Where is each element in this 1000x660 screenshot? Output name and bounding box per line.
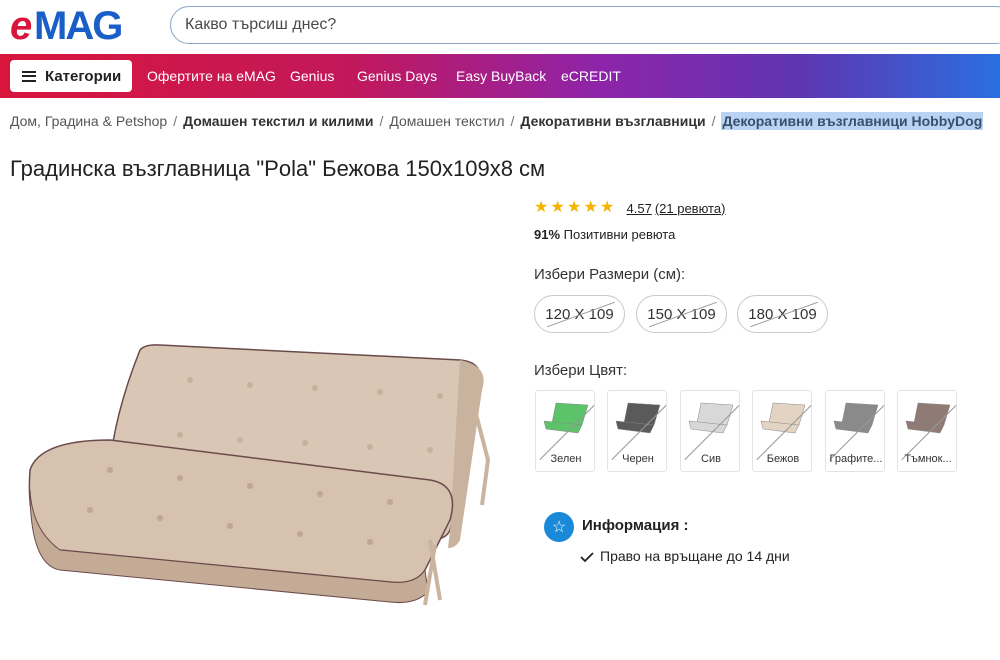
nav-link-genius-days[interactable]: Genius Days	[357, 68, 437, 84]
star-icon: ★	[567, 199, 582, 216]
header: e MAG	[0, 0, 1000, 52]
emag-logo-graphic: e MAG	[10, 4, 123, 48]
breadcrumb-separator: /	[510, 113, 515, 129]
breadcrumb-current: Декоративни възглавници HobbyDog	[721, 112, 984, 130]
positive-label: Позитивни ревюта	[563, 227, 676, 242]
svg-text:e: e	[10, 6, 32, 46]
check-icon	[580, 550, 594, 563]
breadcrumb-item[interactable]: Декоративни възглавници	[520, 113, 705, 129]
rating-stars: ★ ★ ★ ★ ★	[534, 200, 617, 216]
nav-link-ecredit[interactable]: eCREDIT	[561, 68, 621, 84]
size-label: Избери Размери (см):	[534, 266, 686, 283]
breadcrumb-separator: /	[711, 113, 716, 129]
product-image[interactable]	[20, 330, 500, 610]
search-input[interactable]	[185, 15, 965, 35]
color-option-label: Графите...	[829, 453, 883, 465]
star-icon: ★	[583, 199, 598, 216]
star-icon: ★	[600, 199, 615, 216]
color-option[interactable]: Зелен	[535, 390, 595, 472]
categories-button[interactable]: Категории	[10, 60, 132, 92]
page-title: Градинска възглавница "Pola" Бежова 150x…	[10, 156, 546, 181]
nav-link-genius[interactable]: Genius	[290, 68, 334, 84]
color-option-label: Сив	[701, 453, 721, 465]
nav-link-easy-buyback[interactable]: Easy BuyBack	[456, 68, 546, 84]
breadcrumb-item[interactable]: Дом, Градина & Petshop	[10, 113, 167, 129]
size-option[interactable]: 120 X 109	[534, 295, 625, 333]
breadcrumb: Дом, Градина & Petshop / Домашен текстил…	[10, 112, 984, 130]
size-option[interactable]: 150 X 109	[636, 295, 727, 333]
rating[interactable]: ★ ★ ★ ★ ★ 4.57 (21 ревюта)	[534, 200, 725, 216]
star-icon: ★	[534, 199, 549, 216]
color-option[interactable]: Графите...	[825, 390, 885, 472]
svg-text:MAG: MAG	[34, 6, 121, 46]
nav-link-offers[interactable]: Офертите на eMAG	[147, 68, 276, 84]
color-option-label: Зелен	[550, 453, 582, 465]
emag-logo[interactable]: e MAG	[10, 4, 150, 48]
color-option[interactable]: Черен	[607, 390, 667, 472]
info-title: Информация :	[582, 517, 689, 534]
color-option-label: Черен	[622, 453, 654, 465]
menu-icon	[22, 70, 36, 82]
star-badge-icon: ☆	[544, 512, 574, 542]
color-option[interactable]: Тъмнок...	[897, 390, 957, 472]
breadcrumb-item[interactable]: Домашен текстил	[389, 113, 504, 129]
categories-label: Категории	[45, 67, 122, 85]
color-label: Избери Цвят:	[534, 362, 628, 379]
info-item: Право на връщане до 14 дни	[580, 548, 790, 564]
positive-reviews: 91% Позитивни ревюта	[534, 227, 675, 242]
color-option-label: Тъмнок...	[904, 453, 952, 465]
main-nav: Категории Офертите на eMAG Genius Genius…	[0, 54, 1000, 98]
breadcrumb-separator: /	[379, 113, 384, 129]
search-box	[170, 6, 1000, 44]
star-icon: ★	[550, 199, 565, 216]
breadcrumb-item[interactable]: Домашен текстил и килими	[183, 113, 373, 129]
positive-percent: 91%	[534, 227, 561, 242]
rating-value[interactable]: 4.57	[627, 201, 652, 216]
size-option[interactable]: 180 X 109	[737, 295, 828, 333]
cushion-illustration	[28, 344, 491, 606]
color-option[interactable]: Бежов	[752, 390, 812, 472]
rating-count[interactable]: (21 ревюта)	[655, 201, 726, 216]
breadcrumb-separator: /	[173, 113, 178, 129]
color-option[interactable]: Сив	[680, 390, 740, 472]
color-option-label: Бежов	[766, 453, 800, 465]
info-item-label: Право на връщане до 14 дни	[600, 548, 790, 564]
